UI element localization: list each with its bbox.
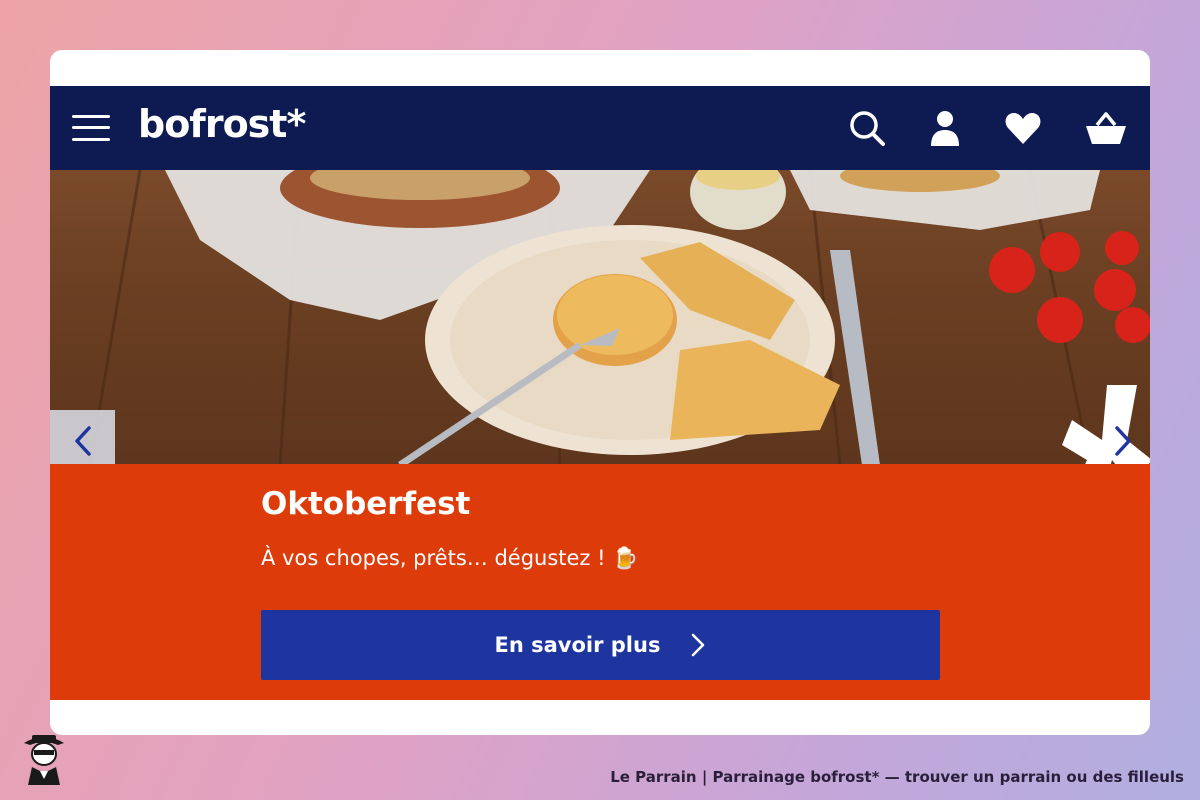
- chevron-right-icon: [1114, 426, 1131, 456]
- footer-caption: Le Parrain | Parrainage bofrost* — trouv…: [610, 768, 1184, 786]
- bofrost-logo[interactable]: bofrost*: [138, 102, 306, 146]
- chevron-left-icon: [74, 426, 91, 456]
- user-icon[interactable]: [925, 108, 965, 148]
- promo-subtitle: À vos chopes, prêts… dégustez ! 🍺: [261, 546, 639, 570]
- carousel-next-button[interactable]: [1095, 410, 1150, 472]
- top-navigation-bar: bofrost*: [50, 86, 1150, 170]
- browser-card: bofrost* Oktoberfest À vos chopes, prêts…: [50, 50, 1150, 735]
- parrain-mascot-logo: [18, 727, 70, 785]
- promo-banner: Oktoberfest À vos chopes, prêts… déguste…: [50, 464, 1150, 700]
- promo-title: Oktoberfest: [261, 486, 471, 522]
- carousel-previous-button[interactable]: [50, 410, 115, 472]
- basket-icon[interactable]: [1084, 108, 1126, 148]
- heart-icon[interactable]: [1003, 108, 1043, 148]
- learn-more-label: En savoir plus: [494, 633, 661, 657]
- menu-icon[interactable]: [72, 113, 112, 143]
- learn-more-button[interactable]: En savoir plus: [261, 610, 940, 680]
- search-icon[interactable]: [847, 108, 887, 148]
- chevron-right-icon: [692, 633, 705, 657]
- hero-image: [50, 170, 1150, 465]
